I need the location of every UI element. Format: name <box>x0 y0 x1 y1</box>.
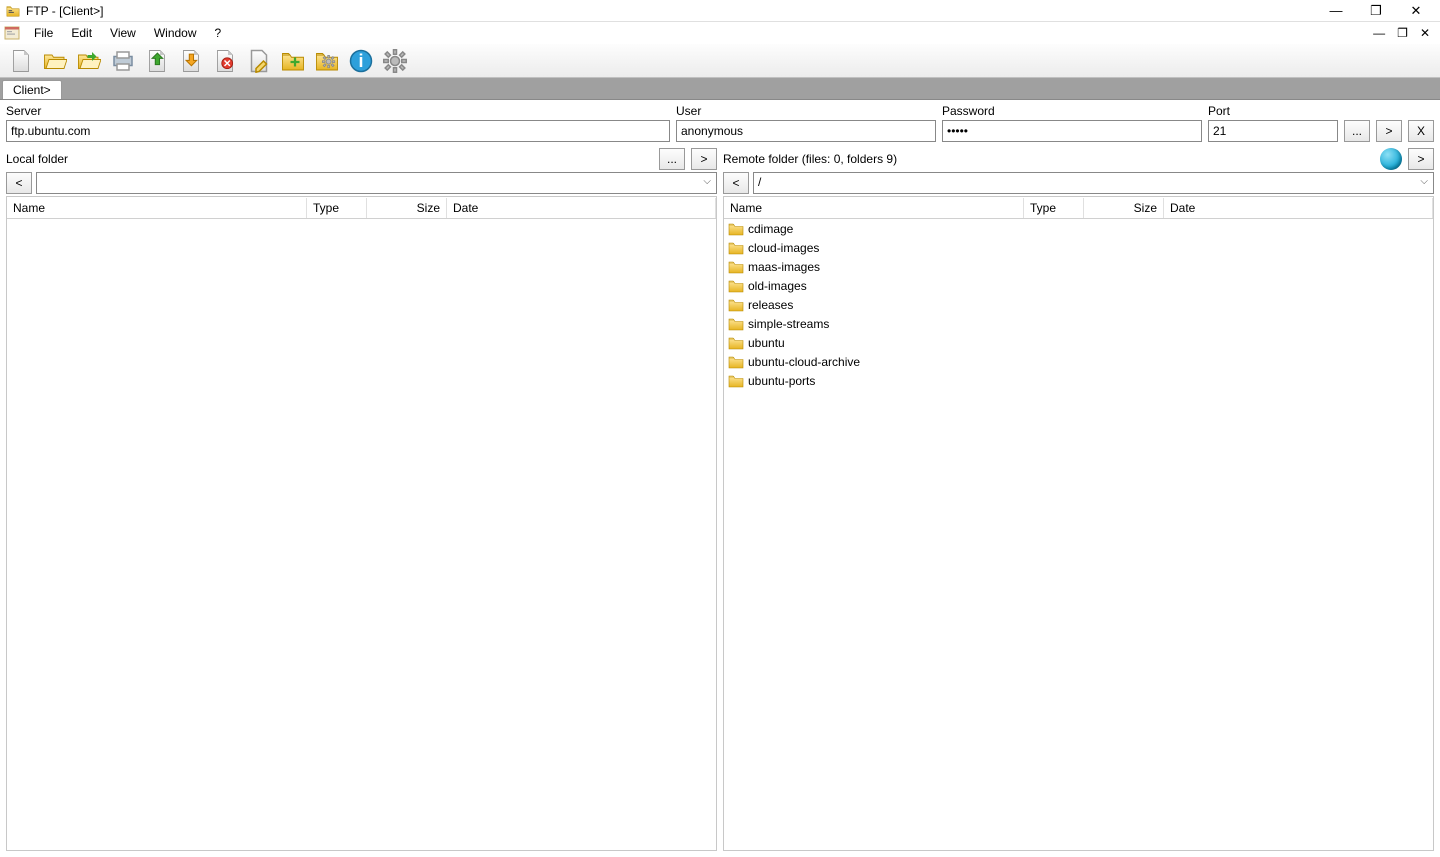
local-column-headers: Name Type Size Date <box>7 197 716 219</box>
remote-back-button[interactable]: < <box>723 172 749 194</box>
menu-file[interactable]: File <box>26 24 61 42</box>
tabbar: Client> <box>0 78 1440 100</box>
menubar: File Edit View Window ? — ❐ ✕ <box>0 22 1440 44</box>
child-close-button[interactable]: ✕ <box>1420 26 1430 40</box>
list-item[interactable]: cloud-images <box>724 238 1433 257</box>
new-file-button[interactable] <box>6 46 36 76</box>
download-button[interactable] <box>176 46 206 76</box>
remote-folder-label: Remote folder (files: 0, folders 9) <box>723 152 1374 166</box>
port-label: Port <box>1208 104 1338 118</box>
folder-icon <box>728 373 744 389</box>
child-maximize-button[interactable]: ❐ <box>1397 26 1408 40</box>
folder-icon <box>728 354 744 370</box>
item-name: ubuntu <box>748 336 1028 350</box>
item-name: cloud-images <box>748 241 1028 255</box>
menu-edit[interactable]: Edit <box>63 24 100 42</box>
user-input[interactable] <box>676 120 936 142</box>
col-size[interactable]: Size <box>367 198 447 218</box>
titlebar: FTP - [Client>] — ❐ ✕ <box>0 0 1440 22</box>
menu-view[interactable]: View <box>102 24 144 42</box>
list-item[interactable]: cdimage <box>724 219 1433 238</box>
window-maximize-button[interactable]: ❐ <box>1368 3 1384 19</box>
item-name: ubuntu-ports <box>748 374 1028 388</box>
user-label: User <box>676 104 936 118</box>
item-name: cdimage <box>748 222 1028 236</box>
window-title: FTP - [Client>] <box>26 4 1328 18</box>
local-go-button[interactable]: > <box>691 148 717 170</box>
local-back-button[interactable]: < <box>6 172 32 194</box>
col-name[interactable]: Name <box>7 198 307 218</box>
item-name: ubuntu-cloud-archive <box>748 355 1028 369</box>
item-name: simple-streams <box>748 317 1028 331</box>
item-name: maas-images <box>748 260 1028 274</box>
folder-icon <box>728 297 744 313</box>
remote-go-button[interactable]: > <box>1408 148 1434 170</box>
open-folder-button[interactable] <box>40 46 70 76</box>
col-date[interactable]: Date <box>447 198 716 218</box>
list-item[interactable]: ubuntu-ports <box>724 371 1433 390</box>
item-name: old-images <box>748 279 1028 293</box>
remote-column-headers: Name Type Size Date <box>724 197 1433 219</box>
col-date[interactable]: Date <box>1164 198 1433 218</box>
col-size[interactable]: Size <box>1084 198 1164 218</box>
remote-rows: cdimage cloud-images maas-images old-images… <box>724 219 1433 850</box>
window-close-button[interactable]: ✕ <box>1408 3 1424 19</box>
list-item[interactable]: maas-images <box>724 257 1433 276</box>
connection-browse-button[interactable]: ... <box>1344 120 1370 142</box>
folder-icon <box>728 240 744 256</box>
port-input[interactable] <box>1208 120 1338 142</box>
connection-row: Server User Password Port ... > X <box>0 100 1440 144</box>
local-rows <box>7 219 716 850</box>
app-icon <box>6 4 20 18</box>
upload-button[interactable] <box>142 46 172 76</box>
globe-icon <box>1380 148 1402 170</box>
connection-go-button[interactable]: > <box>1376 120 1402 142</box>
edit-file-button[interactable] <box>244 46 274 76</box>
list-item[interactable]: ubuntu-cloud-archive <box>724 352 1433 371</box>
folder-icon <box>728 221 744 237</box>
settings-button[interactable] <box>380 46 410 76</box>
remote-path-select[interactable]: / <box>753 172 1434 194</box>
list-item[interactable]: releases <box>724 295 1433 314</box>
new-folder-button[interactable] <box>278 46 308 76</box>
password-input[interactable] <box>942 120 1202 142</box>
local-browse-button[interactable]: ... <box>659 148 685 170</box>
list-item[interactable]: ubuntu <box>724 333 1433 352</box>
folder-icon <box>728 335 744 351</box>
connection-cancel-button[interactable]: X <box>1408 120 1434 142</box>
col-type[interactable]: Type <box>1024 198 1084 218</box>
item-name: releases <box>748 298 1028 312</box>
delete-file-button[interactable] <box>210 46 240 76</box>
folder-icon <box>728 278 744 294</box>
folder-settings-button[interactable] <box>312 46 342 76</box>
toolbar <box>0 44 1440 78</box>
server-label: Server <box>6 104 670 118</box>
menu-window[interactable]: Window <box>146 24 205 42</box>
file-lists: Name Type Size Date Name Type Size Date … <box>0 196 1440 857</box>
folder-icon <box>728 259 744 275</box>
folder-header-row: Local folder ... > < Remote folder (file… <box>0 144 1440 196</box>
info-button[interactable] <box>346 46 376 76</box>
local-file-list: Name Type Size Date <box>6 196 717 851</box>
folder-icon <box>728 316 744 332</box>
server-input[interactable] <box>6 120 670 142</box>
child-minimize-button[interactable]: — <box>1373 26 1385 40</box>
remote-file-list: Name Type Size Date cdimage cloud-images m… <box>723 196 1434 851</box>
local-folder-label: Local folder <box>6 152 653 166</box>
col-type[interactable]: Type <box>307 198 367 218</box>
menu-help[interactable]: ? <box>207 24 230 42</box>
paste-folder-button[interactable] <box>74 46 104 76</box>
window-minimize-button[interactable]: — <box>1328 3 1344 19</box>
password-label: Password <box>942 104 1202 118</box>
list-item[interactable]: simple-streams <box>724 314 1433 333</box>
tab-client[interactable]: Client> <box>2 80 62 99</box>
col-name[interactable]: Name <box>724 198 1024 218</box>
list-item[interactable]: old-images <box>724 276 1433 295</box>
form-icon <box>4 25 20 41</box>
print-button[interactable] <box>108 46 138 76</box>
local-path-select[interactable] <box>36 172 717 194</box>
